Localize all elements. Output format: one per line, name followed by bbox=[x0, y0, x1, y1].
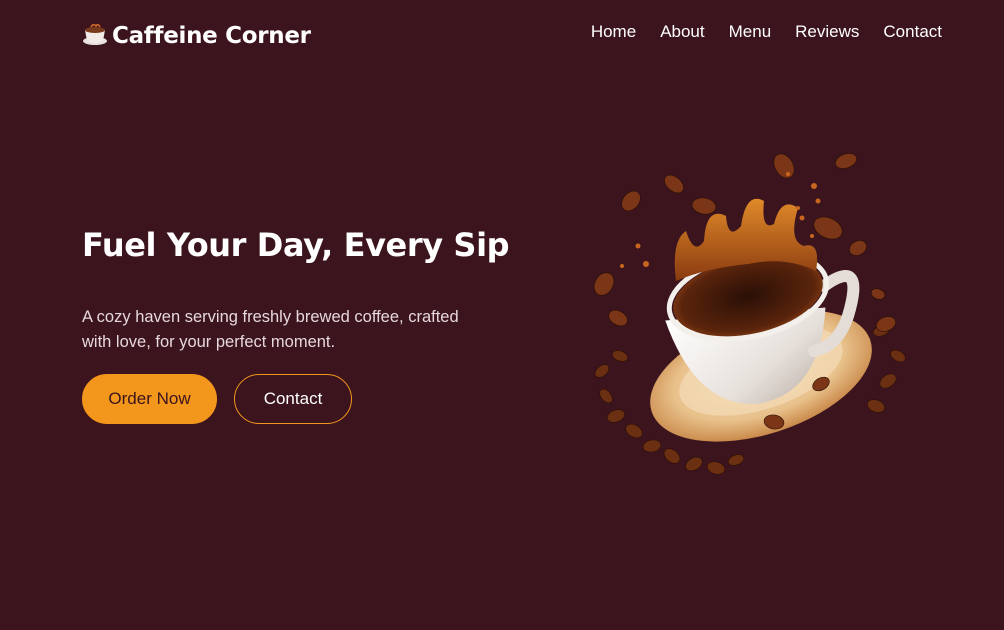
brand-name: Caffeine Corner bbox=[112, 23, 311, 49]
site-header: Caffeine Corner Home About Menu Reviews … bbox=[82, 16, 942, 52]
contact-button[interactable]: Contact bbox=[234, 374, 352, 424]
coffee-cup-icon bbox=[83, 23, 107, 45]
hero-title: Fuel Your Day, Every Sip bbox=[82, 226, 510, 264]
nav-home[interactable]: Home bbox=[591, 22, 636, 42]
nav-about[interactable]: About bbox=[660, 22, 704, 42]
main-nav: Home About Menu Reviews Contact bbox=[591, 22, 942, 42]
coffee-splash-illustration bbox=[593, 153, 906, 475]
brand-logo[interactable]: Caffeine Corner bbox=[82, 19, 311, 49]
hero-description: A cozy haven serving freshly brewed coff… bbox=[82, 308, 459, 351]
order-now-button[interactable]: Order Now bbox=[82, 374, 217, 424]
nav-contact[interactable]: Contact bbox=[883, 22, 942, 42]
nav-reviews[interactable]: Reviews bbox=[795, 22, 859, 42]
nav-menu[interactable]: Menu bbox=[729, 22, 772, 42]
page: Caffeine Corner Home About Menu Reviews … bbox=[0, 0, 1004, 630]
